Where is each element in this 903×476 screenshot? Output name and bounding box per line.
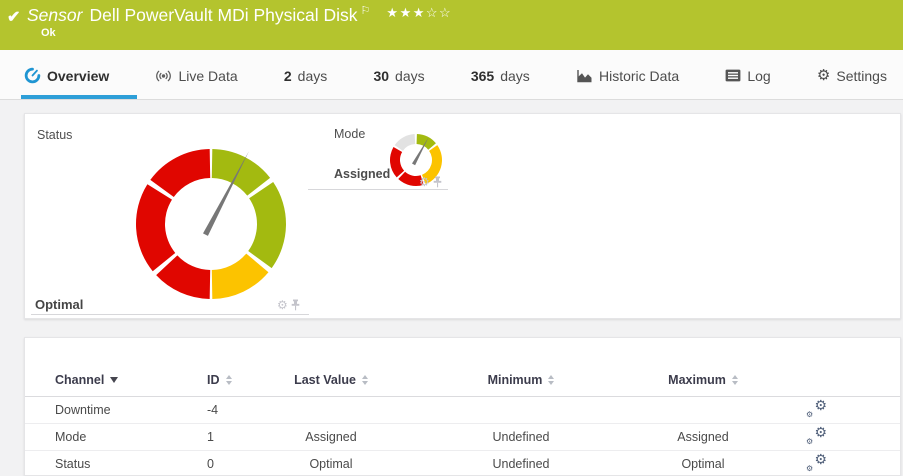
status-ok-check-icon: ✔ (7, 7, 20, 27)
tab-label: days (500, 68, 530, 84)
tab-settings[interactable]: ⚙ Settings (815, 50, 889, 99)
gauge-segment (136, 184, 175, 271)
mode-strip-underline (308, 189, 448, 190)
channel-table-header: Channel ID Last Value Minimum Maximum (25, 360, 900, 397)
tab-live-data[interactable]: Live Data (153, 50, 239, 99)
tab-label: Historic Data (599, 68, 679, 84)
gauge-segment (212, 254, 269, 299)
column-label: ID (207, 373, 220, 387)
tab-30-days[interactable]: 30 days (371, 50, 426, 99)
status-strip-underline (31, 314, 309, 315)
gauge-segment (390, 147, 404, 177)
tab-log[interactable]: Log (723, 50, 772, 99)
tab-label: days (298, 68, 328, 84)
table-row-downtime[interactable]: Downtime-4 ⚙⚙ (25, 397, 900, 424)
cell: Undefined (391, 430, 651, 444)
cell: Status (55, 457, 207, 471)
tab-label: Live Data (178, 68, 237, 84)
pin-icon[interactable] (291, 299, 300, 311)
column-header-maximum[interactable]: Maximum (651, 373, 755, 387)
cell: 0 (207, 457, 271, 471)
column-header-last-value[interactable]: Last Value (271, 373, 391, 387)
sensor-header-bar: ✔ Sensor Dell PowerVault MDi Physical Dis… (0, 0, 903, 50)
column-header-channel[interactable]: Channel (55, 373, 207, 387)
table-row-mode[interactable]: Mode1AssignedUndefinedAssigned⚙⚙ (25, 424, 900, 451)
flag-icon[interactable]: ⚐ (361, 5, 371, 17)
tab-number: 30 (373, 68, 389, 84)
gauge-icon (24, 67, 41, 84)
cell: Mode (55, 430, 207, 444)
tab-label: days (395, 68, 425, 84)
column-label: Last Value (294, 373, 356, 387)
cell: Optimal (651, 457, 755, 471)
status-gauge[interactable] (126, 139, 296, 309)
gauge-segment (156, 255, 210, 299)
channel-settings-gears-icon[interactable]: ⚙⚙ (805, 399, 829, 419)
tab-label: Settings (836, 68, 887, 84)
gauge-segment (248, 182, 286, 268)
sort-toggle-icon[interactable] (226, 375, 232, 385)
pin-icon[interactable] (433, 176, 442, 188)
tab-number: 2 (284, 68, 292, 84)
tab-number: 365 (471, 68, 494, 84)
cell: -4 (207, 403, 271, 417)
gauge-segment (212, 149, 270, 196)
channel-table-body: Downtime-4⚙⚙Mode1AssignedUndefinedAssign… (25, 397, 900, 476)
log-icon (725, 69, 741, 82)
mode-strip-icons: ⚙ (419, 176, 442, 188)
cell: Assigned (651, 430, 755, 444)
cell: 1 (207, 430, 271, 444)
tab-bar: Overview Live Data 2 days 30 days 365 days Histo… (0, 50, 903, 100)
mode-value-label: Assigned (334, 167, 390, 181)
column-header-minimum[interactable]: Minimum (391, 373, 651, 387)
channel-settings-gear-icon[interactable]: ⚙ (277, 299, 288, 311)
settings-icon: ⚙ (817, 68, 830, 83)
column-label: Minimum (488, 373, 543, 387)
tab-label: Log (747, 68, 770, 84)
tab-overview[interactable]: Overview (22, 50, 111, 99)
cell: Assigned (271, 430, 391, 444)
column-header-id[interactable]: ID (207, 373, 271, 387)
gauge-segment (150, 149, 210, 197)
gauge-segment (395, 134, 415, 151)
priority-stars[interactable]: ★★★☆☆ (386, 5, 452, 20)
status-strip-icons: ⚙ (277, 299, 300, 311)
column-label: Channel (55, 373, 104, 387)
page-title: Dell PowerVault MDi Physical Disk (89, 5, 357, 25)
sort-toggle-icon[interactable] (362, 375, 368, 385)
channels-panel: Channel ID Last Value Minimum Maximum Downti… (24, 337, 901, 476)
cell: Undefined (391, 457, 651, 471)
cell: Optimal (271, 457, 391, 471)
cell: Downtime (55, 403, 207, 417)
tab-historic-data[interactable]: Historic Data (574, 50, 681, 99)
live-icon (155, 68, 172, 84)
sensor-kind-label: Sensor (27, 5, 82, 25)
sort-desc-icon[interactable] (110, 377, 118, 383)
column-label: Maximum (668, 373, 726, 387)
tab-label: Overview (47, 68, 109, 84)
historic-icon (576, 68, 593, 83)
table-row-status[interactable]: Status0OptimalUndefinedOptimal⚙⚙ (25, 451, 900, 476)
channel-settings-gears-icon[interactable]: ⚙⚙ (805, 426, 829, 446)
tab-2-days[interactable]: 2 days (282, 50, 329, 99)
status-channel-label: Status (37, 128, 72, 142)
gauges-panel: Status Optimal ⚙ Mode Assigned ⚙ (24, 113, 901, 319)
status-value-label: Optimal (35, 297, 83, 312)
tab-365-days[interactable]: 365 days (469, 50, 532, 99)
status-badge: Ok (41, 27, 56, 39)
sort-toggle-icon[interactable] (548, 375, 554, 385)
channel-settings-gears-icon[interactable]: ⚙⚙ (805, 453, 829, 473)
sensor-title-line: Sensor Dell PowerVault MDi Physical Disk ⚐… (27, 4, 452, 26)
mode-channel-label: Mode (334, 127, 365, 141)
sort-toggle-icon[interactable] (732, 375, 738, 385)
channel-settings-gear-icon[interactable]: ⚙ (419, 176, 430, 188)
